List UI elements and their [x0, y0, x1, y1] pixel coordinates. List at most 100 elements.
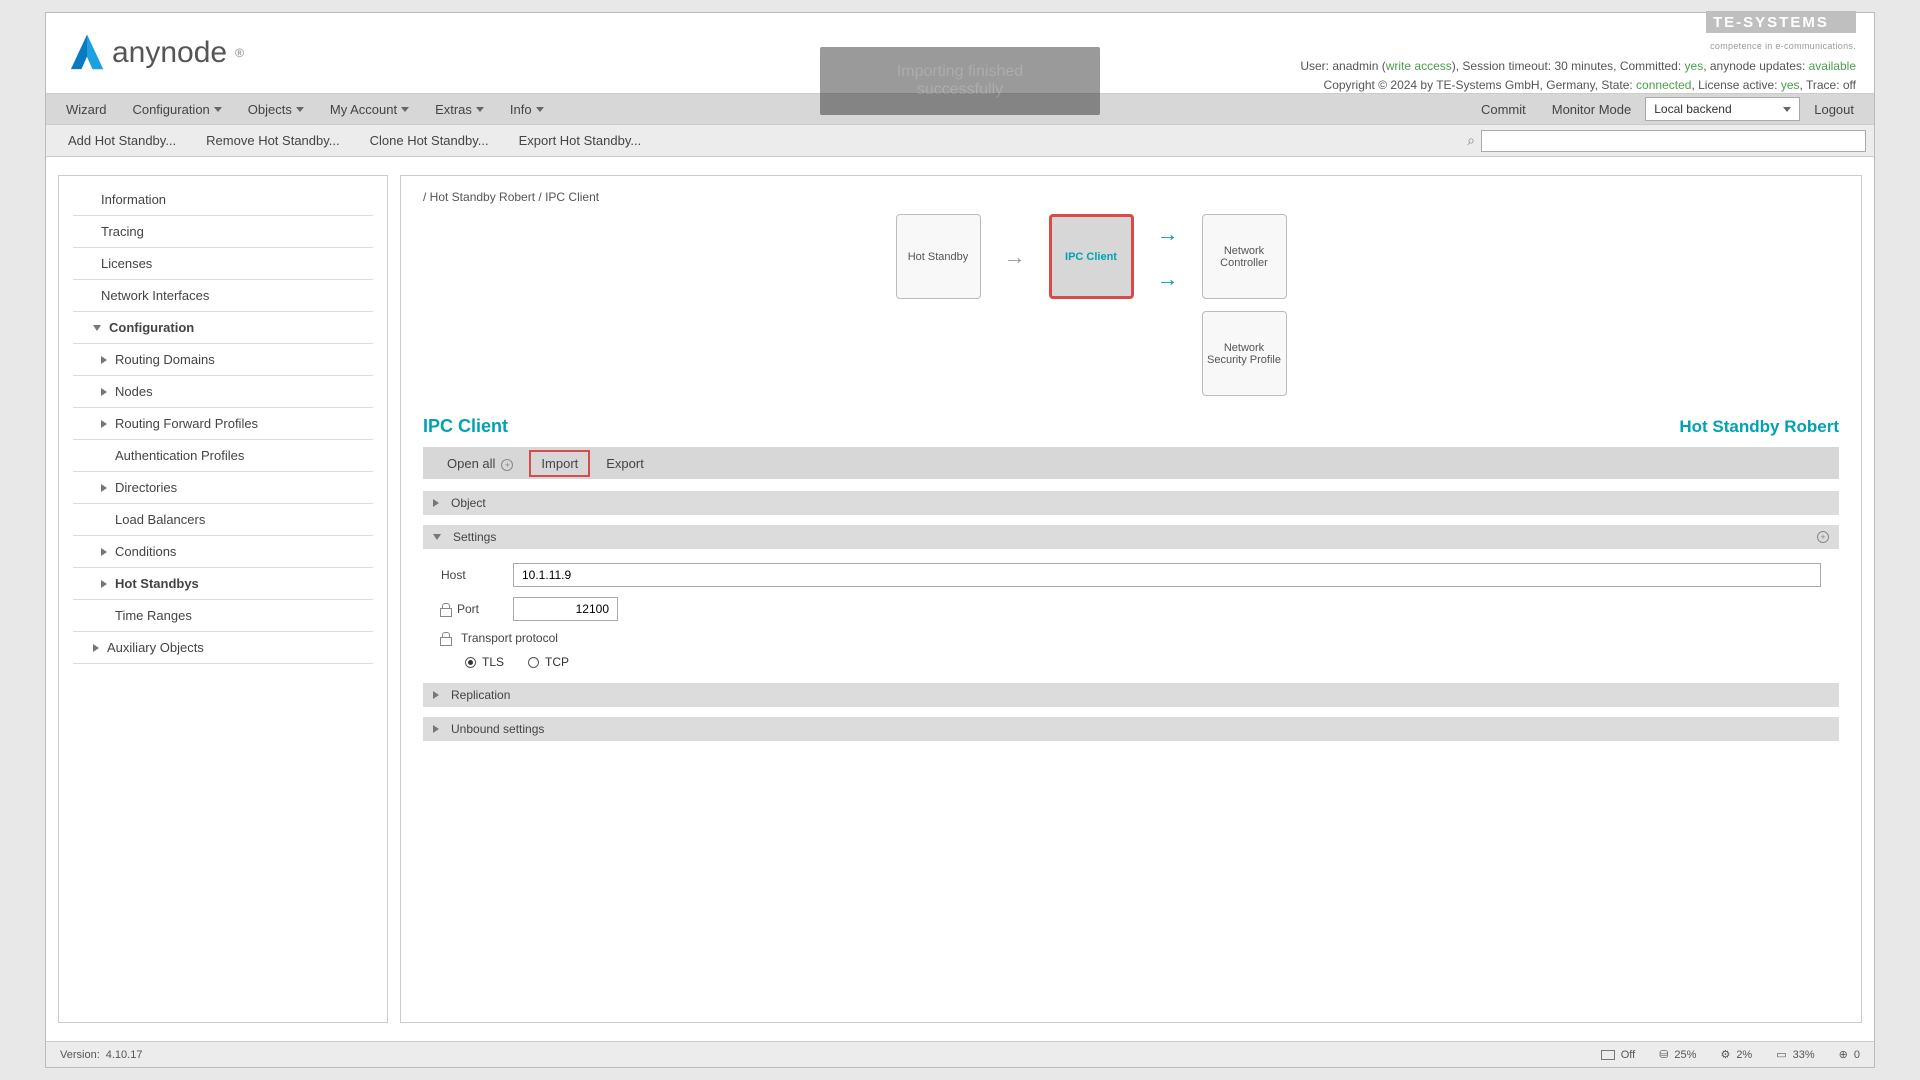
- status-conn: ⊕0: [1839, 1048, 1860, 1061]
- radio-tcp[interactable]: TCP: [528, 655, 569, 669]
- conn-icon: ⊕: [1839, 1048, 1848, 1061]
- diagram-hotstandby[interactable]: Hot Standby: [896, 214, 981, 299]
- footer: Version: 4.10.17 Off ⛁25% ⚙2% ▭33% ⊕0: [46, 1041, 1874, 1067]
- sidebar-item-licenses[interactable]: Licenses: [73, 248, 373, 280]
- clone-hotstandby-button[interactable]: Clone Hot Standby...: [356, 127, 503, 154]
- lock-icon: [441, 603, 451, 615]
- battery-icon: [1601, 1050, 1615, 1060]
- sidebar-item-conditions[interactable]: Conditions: [73, 536, 373, 568]
- menu-configuration[interactable]: Configuration: [120, 96, 233, 123]
- expand-icon: [101, 388, 107, 396]
- search-input[interactable]: [1481, 130, 1866, 152]
- arrow-diagonal-icon: →: [1157, 266, 1179, 291]
- transport-label: Transport protocol: [461, 631, 558, 645]
- sidebar-item-configuration[interactable]: Configuration: [73, 312, 373, 344]
- sidebar-item-hotstandbys[interactable]: Hot Standbys: [73, 568, 373, 600]
- sidebar: Information Tracing Licenses Network Int…: [58, 175, 388, 1023]
- settings-form: Host Port Transport protocol TLS TCP: [423, 559, 1839, 683]
- expand-icon: [93, 325, 101, 331]
- port-label: Port: [457, 602, 479, 616]
- expand-icon: [433, 725, 439, 733]
- sidebar-item-tracing[interactable]: Tracing: [73, 216, 373, 248]
- remove-hotstandby-button[interactable]: Remove Hot Standby...: [192, 127, 353, 154]
- section-settings[interactable]: Settings +: [423, 525, 1839, 549]
- sidebar-item-information[interactable]: Information: [73, 184, 373, 216]
- status-cpu: ⚙2%: [1720, 1048, 1752, 1061]
- trademark-icon: ®: [235, 46, 244, 60]
- chevron-down-icon: [296, 107, 304, 112]
- expand-icon: [101, 420, 107, 428]
- mem-icon: ▭: [1776, 1048, 1786, 1061]
- sidebar-item-timeranges[interactable]: Time Ranges: [73, 600, 373, 632]
- status-off: Off: [1601, 1049, 1635, 1061]
- export-button[interactable]: Export: [594, 452, 656, 475]
- svg-text:TE-SYSTEMS: TE-SYSTEMS: [1713, 14, 1829, 31]
- menu-objects[interactable]: Objects: [236, 96, 316, 123]
- expand-icon: [101, 356, 107, 364]
- expand-icon: [433, 691, 439, 699]
- commit-button[interactable]: Commit: [1469, 96, 1538, 123]
- sidebar-item-routing-forward[interactable]: Routing Forward Profiles: [73, 408, 373, 440]
- main-content: / Hot Standby Robert / IPC Client Hot St…: [400, 175, 1862, 1023]
- breadcrumb: / Hot Standby Robert / IPC Client: [423, 190, 1839, 204]
- header: anynode ® Importing finished successfull…: [46, 13, 1874, 93]
- expand-icon: [101, 548, 107, 556]
- chevron-down-icon: [401, 107, 409, 112]
- section-unbound[interactable]: Unbound settings: [423, 717, 1839, 741]
- menu-extras[interactable]: Extras: [423, 96, 496, 123]
- diagram: Hot Standby → IPC Client → → Network Con…: [423, 214, 1839, 396]
- disk-icon: ⛁: [1659, 1048, 1668, 1061]
- sidebar-item-nodes[interactable]: Nodes: [73, 376, 373, 408]
- logo: anynode ®: [64, 30, 244, 76]
- toast-notification: Importing finished successfully: [820, 47, 1100, 115]
- chevron-down-icon: [476, 107, 484, 112]
- toolbar: Add Hot Standby... Remove Hot Standby...…: [46, 125, 1874, 157]
- arrow-right-icon: →: [1157, 221, 1179, 247]
- backend-select[interactable]: Local backend: [1645, 97, 1800, 121]
- export-hotstandby-button[interactable]: Export Hot Standby...: [505, 127, 656, 154]
- expand-icon: [93, 644, 99, 652]
- arrow-right-icon: →: [1004, 244, 1026, 270]
- port-input[interactable]: [513, 597, 618, 621]
- host-label: Host: [441, 568, 503, 582]
- expand-icon: [101, 580, 107, 588]
- status-mem: ▭33%: [1776, 1048, 1814, 1061]
- open-all-button[interactable]: Open all+: [435, 452, 525, 475]
- cpu-icon: ⚙: [1720, 1048, 1730, 1061]
- page-title: IPC Client: [423, 416, 508, 437]
- page-subtitle: Hot Standby Robert: [1679, 417, 1839, 437]
- logo-text: anynode: [112, 36, 227, 70]
- expand-icon: [433, 499, 439, 507]
- lock-icon: [441, 632, 451, 644]
- action-bar: Open all+ Import Export: [423, 447, 1839, 479]
- diagram-ipc-client[interactable]: IPC Client: [1049, 214, 1134, 299]
- chevron-down-icon: [214, 107, 222, 112]
- sidebar-item-routing-domains[interactable]: Routing Domains: [73, 344, 373, 376]
- menu-wizard[interactable]: Wizard: [54, 96, 118, 123]
- chevron-down-icon: [1783, 107, 1791, 112]
- sidebar-item-auth[interactable]: Authentication Profiles: [73, 440, 373, 472]
- plus-icon: +: [501, 459, 513, 471]
- section-object[interactable]: Object: [423, 491, 1839, 515]
- version-label: Version:: [60, 1049, 100, 1061]
- menu-myaccount[interactable]: My Account: [318, 96, 421, 123]
- header-info: TE-SYSTEMS competence in e-communication…: [1300, 11, 1856, 96]
- host-input[interactable]: [513, 563, 1821, 587]
- section-replication[interactable]: Replication: [423, 683, 1839, 707]
- sidebar-item-loadbalancers[interactable]: Load Balancers: [73, 504, 373, 536]
- import-button[interactable]: Import: [529, 450, 590, 477]
- radio-tls[interactable]: TLS: [465, 655, 504, 669]
- logout-button[interactable]: Logout: [1802, 96, 1866, 123]
- sidebar-item-directories[interactable]: Directories: [73, 472, 373, 504]
- monitor-mode-button[interactable]: Monitor Mode: [1540, 96, 1643, 123]
- sidebar-item-auxiliary[interactable]: Auxiliary Objects: [73, 632, 373, 664]
- plus-icon[interactable]: +: [1817, 531, 1829, 543]
- tesystems-logo: TE-SYSTEMS competence in e-communication…: [1300, 11, 1856, 54]
- add-hotstandby-button[interactable]: Add Hot Standby...: [54, 127, 190, 154]
- menu-info[interactable]: Info: [498, 96, 556, 123]
- logo-icon: [64, 30, 110, 76]
- sidebar-item-network[interactable]: Network Interfaces: [73, 280, 373, 312]
- chevron-down-icon: [536, 107, 544, 112]
- diagram-netsec[interactable]: Network Security Profile: [1202, 311, 1287, 396]
- diagram-netcontroller[interactable]: Network Controller: [1202, 214, 1287, 299]
